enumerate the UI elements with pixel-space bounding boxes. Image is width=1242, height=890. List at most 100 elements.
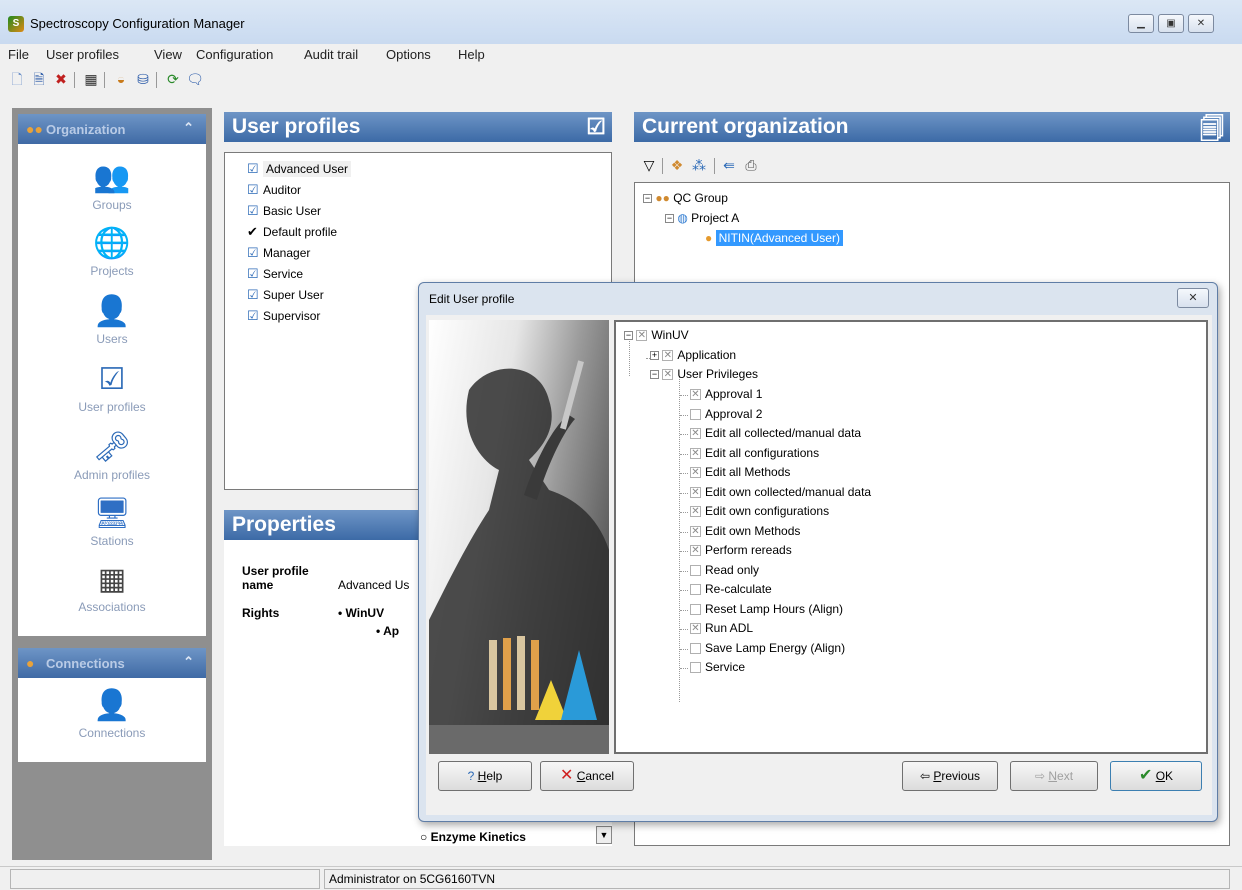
- collapse-chevron-icon[interactable]: ⌃: [183, 120, 194, 136]
- privilege-item[interactable]: Read only: [690, 563, 759, 577]
- list-item[interactable]: ☑ Supervisor: [247, 308, 320, 324]
- privilege-checkbox[interactable]: ✕: [690, 428, 701, 440]
- nav-item-stations[interactable]: 🖥 Stations: [18, 496, 206, 548]
- tree-node-project[interactable]: − ◍ Project A: [665, 211, 739, 225]
- maximize-button[interactable]: ▣: [1158, 14, 1184, 33]
- tree-node-user-privileges[interactable]: − ✕ User Privileges: [650, 367, 758, 381]
- checkbox[interactable]: ✕: [662, 369, 674, 381]
- collapse-toggle[interactable]: −: [665, 214, 674, 224]
- menu-audit-trail[interactable]: Audit trail: [304, 47, 358, 62]
- nav-item-groups[interactable]: 👥 Groups: [18, 160, 206, 212]
- list-item[interactable]: ☑ Service: [247, 266, 303, 282]
- menu-configuration[interactable]: Configuration: [196, 47, 273, 62]
- list-item[interactable]: ☑ Basic User: [247, 203, 321, 219]
- privilege-checkbox[interactable]: ✕: [690, 447, 701, 459]
- properties-document-icon[interactable]: 🗎: [30, 70, 48, 88]
- checkbox[interactable]: ✕: [662, 350, 674, 362]
- privilege-item[interactable]: ✕ Edit all configurations: [690, 446, 819, 460]
- tree-node-user[interactable]: ● NITIN(Advanced User): [705, 230, 843, 246]
- print-icon[interactable]: ⎙: [742, 156, 760, 174]
- privilege-checkbox[interactable]: ✕: [690, 623, 701, 635]
- tree-node-winuv[interactable]: − ✕ WinUV: [624, 328, 689, 342]
- cancel-button[interactable]: ✕ Cancel: [540, 761, 634, 791]
- status-cell-empty: [10, 869, 320, 889]
- nav-item-users[interactable]: 👤 Users: [18, 294, 206, 346]
- privilege-checkbox[interactable]: ✕: [690, 525, 701, 537]
- privilege-item[interactable]: ✕ Perform rereads: [690, 543, 792, 557]
- privilege-checkbox[interactable]: ✕: [690, 506, 701, 518]
- privilege-item[interactable]: Approval 2: [690, 407, 762, 421]
- collapse-toggle[interactable]: −: [624, 331, 633, 341]
- export-icon[interactable]: ⇚: [720, 156, 738, 174]
- list-item[interactable]: ☑ Auditor: [247, 182, 301, 198]
- expand-toggle[interactable]: +: [650, 351, 659, 361]
- privilege-checkbox[interactable]: ✕: [690, 389, 701, 401]
- cancel-icon: ✕: [559, 767, 574, 784]
- delete-document-icon[interactable]: ✖: [52, 70, 70, 88]
- privilege-item[interactable]: ✕ Edit all Methods: [690, 465, 790, 479]
- view-icon[interactable]: ◒: [112, 70, 130, 88]
- privilege-checkbox[interactable]: ✕: [690, 467, 701, 479]
- privilege-checkbox[interactable]: ✕: [690, 545, 701, 557]
- privilege-item[interactable]: ✕ Approval 1: [690, 387, 762, 401]
- privilege-item[interactable]: ✕ Edit all collected/manual data: [690, 426, 861, 440]
- list-item[interactable]: ☑ Manager: [247, 245, 310, 261]
- help-button[interactable]: ? Help: [438, 761, 532, 791]
- refresh-icon[interactable]: ⟳: [164, 70, 182, 88]
- organization-header[interactable]: ●● Organization ⌃: [18, 114, 206, 144]
- privilege-checkbox[interactable]: [690, 408, 701, 420]
- tree-node-group[interactable]: − ●● QC Group: [643, 191, 728, 205]
- nav-item-associations[interactable]: ▦ Associations: [18, 562, 206, 614]
- privilege-item[interactable]: Reset Lamp Hours (Align): [690, 602, 843, 616]
- menu-options[interactable]: Options: [386, 47, 431, 62]
- privilege-checkbox[interactable]: [690, 603, 701, 615]
- dialog-close-button[interactable]: ✕: [1177, 288, 1209, 308]
- collapse-toggle[interactable]: −: [643, 194, 652, 204]
- privilege-checkbox[interactable]: [690, 662, 701, 674]
- privilege-item[interactable]: ✕ Edit own collected/manual data: [690, 485, 871, 499]
- comment-icon[interactable]: 🗨: [186, 70, 204, 88]
- collapse-toggle[interactable]: −: [650, 370, 659, 380]
- connections-header[interactable]: ● Connections ⌃: [18, 648, 206, 678]
- collapse-chevron-icon[interactable]: ⌃: [183, 654, 194, 670]
- group-icon: ●●: [26, 121, 43, 137]
- scroll-down-button[interactable]: ▼: [596, 826, 612, 844]
- nav-item-projects[interactable]: 🌐 Projects: [18, 226, 206, 278]
- list-item[interactable]: ☑ Advanced User: [247, 161, 352, 177]
- tree-expand-icon[interactable]: ❖: [668, 156, 686, 174]
- minimize-button[interactable]: ▁: [1128, 14, 1154, 33]
- new-document-icon[interactable]: 🗋: [8, 70, 26, 88]
- app-icon: S: [8, 16, 24, 32]
- privilege-item[interactable]: Save Lamp Energy (Align): [690, 641, 845, 655]
- checkbox[interactable]: ✕: [636, 330, 648, 342]
- close-button[interactable]: ✕: [1188, 14, 1214, 33]
- next-button[interactable]: ⇨ Next: [1010, 761, 1098, 791]
- privilege-item[interactable]: ✕ Edit own configurations: [690, 504, 829, 518]
- tree-node-application[interactable]: + ✕ Application: [650, 348, 736, 362]
- list-item[interactable]: ☑ Super User: [247, 287, 324, 303]
- privilege-item[interactable]: ✕ Run ADL: [690, 621, 753, 635]
- ok-button[interactable]: ✔ OK: [1110, 761, 1202, 791]
- filter-icon[interactable]: ▽: [640, 156, 658, 174]
- nav-item-connections[interactable]: 👤 Connections: [18, 688, 206, 740]
- nav-item-user-profiles[interactable]: ☑ User profiles: [18, 362, 206, 414]
- privilege-checkbox[interactable]: [690, 584, 701, 596]
- previous-button[interactable]: ⇦ Previous: [902, 761, 998, 791]
- menu-help[interactable]: Help: [458, 47, 485, 62]
- menu-user-profiles[interactable]: User profiles: [46, 47, 119, 62]
- database-icon[interactable]: ⛁: [134, 70, 152, 88]
- grid-icon[interactable]: ▦: [82, 70, 100, 88]
- menu-view[interactable]: View: [154, 47, 182, 62]
- privilege-checkbox[interactable]: [690, 564, 701, 576]
- privilege-item[interactable]: ✕ Edit own Methods: [690, 524, 800, 538]
- privilege-label: Edit all collected/manual data: [705, 426, 862, 440]
- nav-item-admin-profiles[interactable]: 🗝 Admin profiles: [18, 430, 206, 482]
- privilege-item[interactable]: Re-calculate: [690, 582, 772, 596]
- user-icon: 👤: [93, 295, 131, 328]
- privilege-checkbox[interactable]: ✕: [690, 486, 701, 498]
- list-item[interactable]: ✔ Default profile: [247, 224, 337, 240]
- tree-collapse-icon[interactable]: ⁂: [690, 156, 708, 174]
- menu-file[interactable]: File: [8, 47, 29, 62]
- privilege-checkbox[interactable]: [690, 642, 701, 654]
- privilege-item[interactable]: Service: [690, 660, 745, 674]
